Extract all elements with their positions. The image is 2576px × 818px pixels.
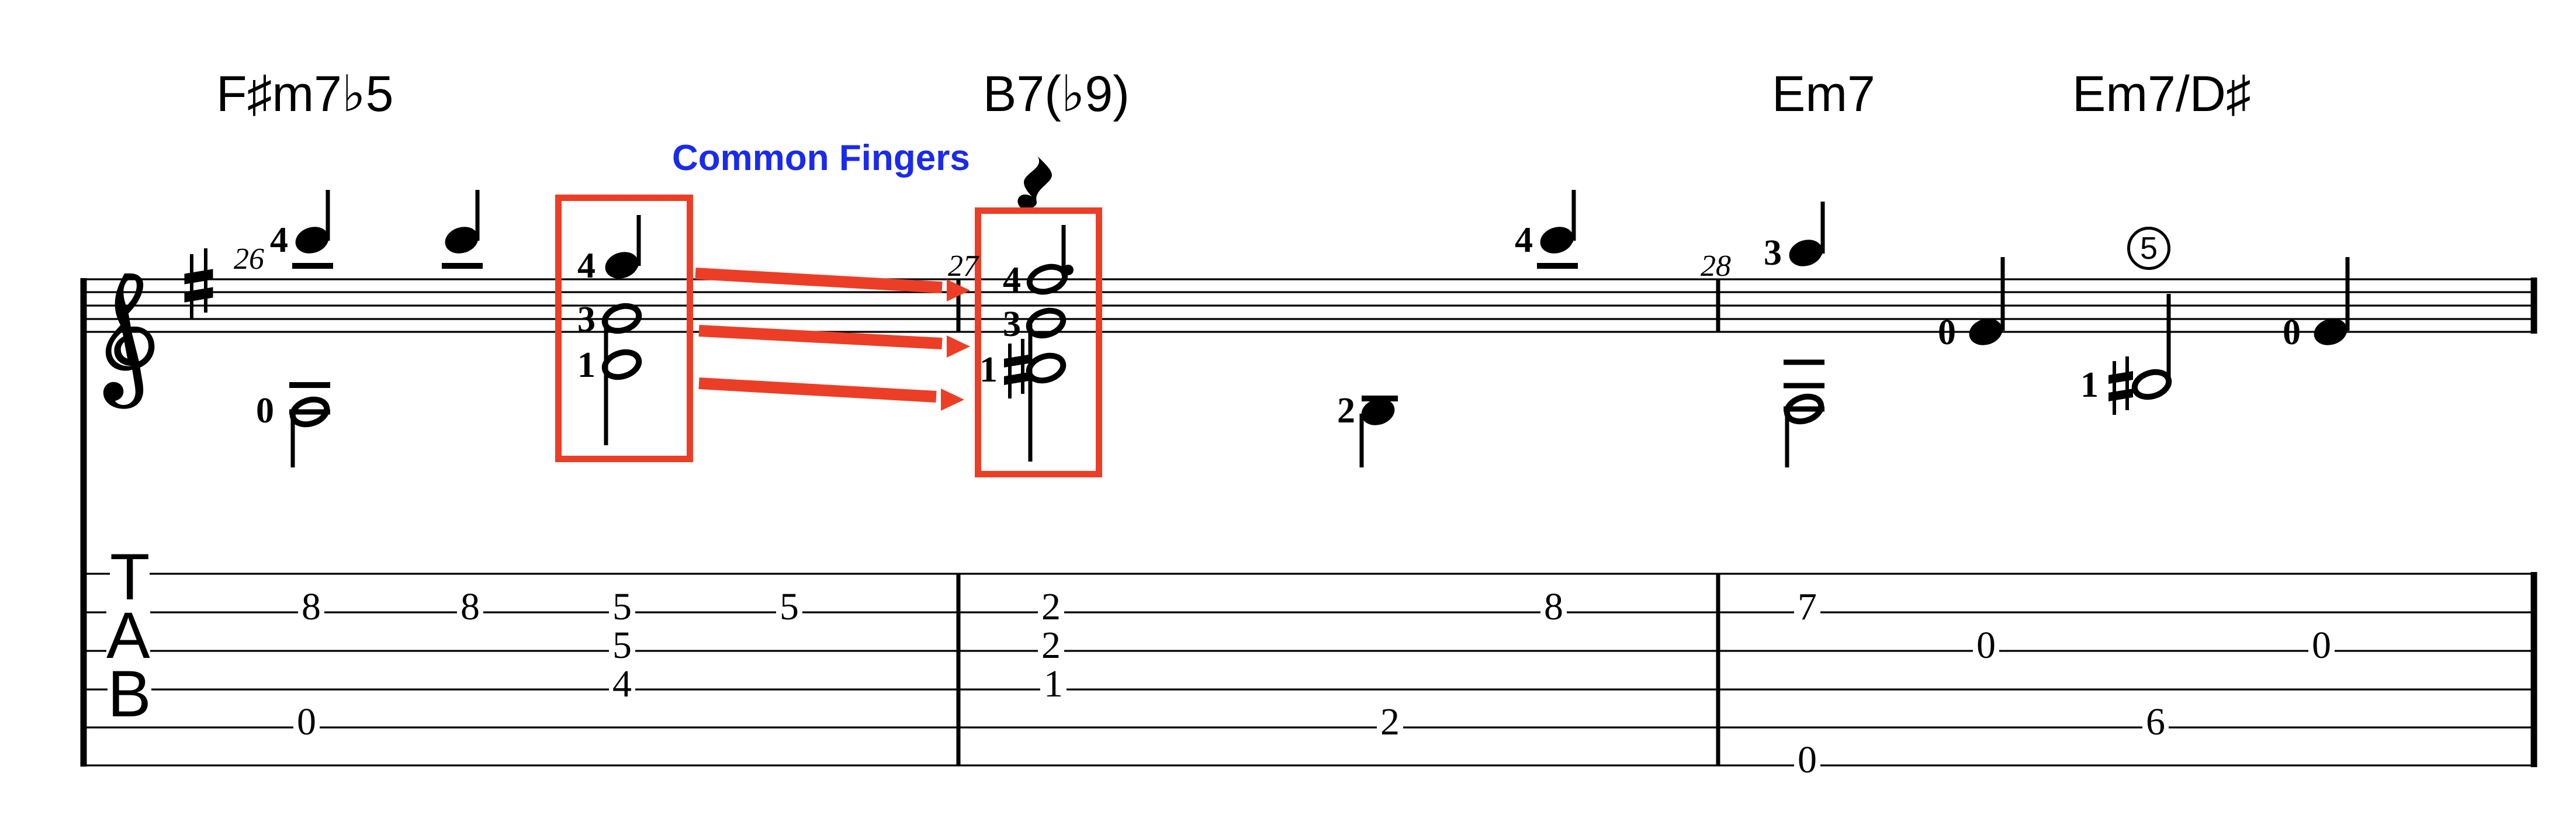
tab-clef-letter-t: T <box>110 540 150 614</box>
note-m28-open-quarter <box>1969 257 2005 345</box>
tab-fret-number: 0 <box>1794 741 1820 779</box>
fingering-mark: 4 <box>270 220 288 260</box>
tab-fret-number: 2 <box>1377 703 1403 741</box>
sharp-accidental-icon-2 <box>2108 356 2133 415</box>
notation-staff-lines <box>82 278 2536 333</box>
fingering-mark: 0 <box>1938 313 1956 352</box>
tab-fret-number: 4 <box>609 665 635 703</box>
note-m27-low <box>1359 396 1398 467</box>
tab-fret-number: 8 <box>298 588 324 626</box>
fingering-mark: 1 <box>979 350 998 390</box>
music-notation-sheet: F♯m7♭5 B7(♭9) Em7 Em7/D♯ Common Fingers … <box>0 0 2576 818</box>
tab-fret-number: 0 <box>1973 626 1999 665</box>
tab-fret-number: 8 <box>1540 588 1567 626</box>
fingering-mark: 4 <box>1515 220 1533 260</box>
note-m27-high <box>1537 190 1578 269</box>
common-fingers-label: Common Fingers <box>672 138 970 178</box>
treble-clef-icon <box>103 273 155 409</box>
highlight-box-target <box>975 207 1102 477</box>
tab-fret-number: 7 <box>1794 588 1820 626</box>
fingering-mark: 4 <box>1003 260 1021 300</box>
tab-fret-number: 2 <box>1038 626 1064 665</box>
tab-fret-number: 5 <box>609 626 635 665</box>
chord-symbol-1: F♯m7♭5 <box>216 66 394 122</box>
fingering-mark: 3 <box>1003 304 1021 344</box>
tab-fret-number: 0 <box>293 703 320 741</box>
note-m26-open-bass <box>289 382 330 467</box>
note-m26-2 <box>442 190 483 269</box>
chord-symbol-4: Em7/D♯ <box>2072 66 2251 122</box>
fingering-mark: 4 <box>577 246 595 286</box>
tab-clef-letter-a: A <box>106 599 150 672</box>
fingering-mark: 1 <box>577 345 595 385</box>
common-finger-arrows <box>695 268 970 411</box>
measure-number-27: 27 <box>948 249 978 283</box>
tab-fret-number: 5 <box>609 588 635 626</box>
note-m28-sharp-half <box>2108 294 2172 415</box>
note-m28-last-quarter <box>2314 257 2350 345</box>
tab-fret-number: 8 <box>457 588 483 626</box>
tab-clef-letter-b: B <box>108 657 151 730</box>
fingering-mark: 2 <box>1337 391 1355 431</box>
fingering-mark: 1 <box>2080 365 2099 405</box>
tab-fret-number: 1 <box>1040 665 1067 703</box>
string-indicator-circled-5: 5 <box>2127 227 2170 270</box>
fingering-mark: 0 <box>256 391 274 431</box>
key-signature-sharp-icon <box>184 248 213 318</box>
fingering-mark: 3 <box>577 300 595 339</box>
highlight-box-source <box>555 195 693 462</box>
note-m28-bass-half <box>1784 359 1824 467</box>
staff-and-tab-layer <box>80 153 2537 767</box>
chord-symbol-3: Em7 <box>1772 66 1875 122</box>
tab-fret-number: 5 <box>776 588 802 626</box>
chord-symbol-2: B7(♭9) <box>983 66 1130 122</box>
fingering-mark: 0 <box>2283 313 2301 352</box>
measure-number-28: 28 <box>1701 249 1731 283</box>
note-m26-1 <box>292 190 333 269</box>
note-m28-1 <box>1789 202 1825 266</box>
tab-fret-number: 0 <box>2308 626 2335 665</box>
fingering-mark: 3 <box>1764 233 1782 273</box>
tab-fret-number: 2 <box>1038 588 1064 626</box>
tab-fret-number: 6 <box>2142 703 2169 741</box>
quarter-rest-icon <box>1017 153 1052 209</box>
measure-number-26: 26 <box>234 242 264 276</box>
